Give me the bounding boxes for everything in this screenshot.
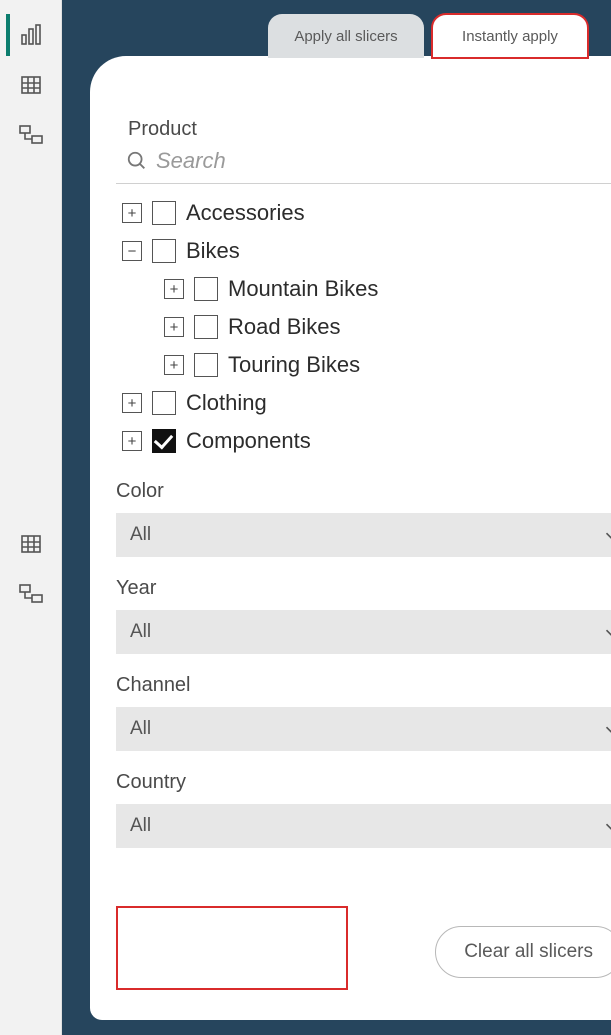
tree-row-road-bikes[interactable]: + Road Bikes — [122, 308, 611, 346]
expand-icon[interactable]: + — [164, 317, 184, 337]
slicer-color: Color All — [116, 474, 611, 557]
dropdown-value: All — [130, 621, 151, 643]
clear-all-label: Clear all slicers — [464, 941, 593, 963]
slicer-country: Country All — [116, 765, 611, 848]
tab-apply-all-label: Apply all slicers — [294, 28, 397, 45]
report-canvas: Apply all slicers Instantly apply Produc… — [62, 0, 611, 1035]
checkbox[interactable] — [152, 239, 176, 263]
tab-instantly-apply[interactable]: Instantly apply — [432, 14, 588, 58]
dropdown-value: All — [130, 524, 151, 546]
country-dropdown[interactable]: All — [116, 804, 611, 848]
chevron-down-icon — [602, 623, 611, 641]
tree-row-touring-bikes[interactable]: + Touring Bikes — [122, 346, 611, 384]
expand-icon[interactable]: + — [122, 431, 142, 451]
dropdown-value: All — [130, 718, 151, 740]
slicer-year-title: Year — [116, 577, 156, 600]
year-dropdown[interactable]: All — [116, 610, 611, 654]
expand-icon[interactable]: + — [122, 393, 142, 413]
nav-report-icon[interactable] — [6, 14, 52, 56]
tree-row-mountain-bikes[interactable]: + Mountain Bikes — [122, 270, 611, 308]
checkbox[interactable] — [194, 277, 218, 301]
slicer-year: Year All — [116, 571, 611, 654]
tab-strip: Apply all slicers Instantly apply — [268, 14, 588, 58]
tree-label: Road Bikes — [228, 314, 341, 340]
nav-table-icon[interactable] — [8, 64, 54, 106]
expand-icon[interactable]: + — [122, 203, 142, 223]
nav-table2-icon[interactable] — [8, 523, 54, 565]
search-icon — [126, 150, 148, 172]
tree-label: Mountain Bikes — [228, 276, 378, 302]
slicer-country-title: Country — [116, 771, 186, 794]
nav-model2-icon[interactable] — [8, 573, 54, 615]
slicer-color-title: Color — [116, 480, 164, 503]
slicer-panel: Product + Accessories — [90, 56, 611, 1020]
tree-label: Bikes — [186, 238, 240, 264]
checkbox[interactable] — [194, 353, 218, 377]
chevron-down-icon — [602, 526, 611, 544]
collapse-icon[interactable]: − — [122, 241, 142, 261]
tab-apply-all[interactable]: Apply all slicers — [268, 14, 424, 58]
slicer-product-title: Product — [128, 118, 197, 141]
dropdown-value: All — [130, 815, 151, 837]
tree-row-accessories[interactable]: + Accessories — [122, 194, 611, 232]
chevron-down-icon — [602, 720, 611, 738]
checkbox[interactable] — [152, 201, 176, 225]
slicer-channel-title: Channel — [116, 674, 191, 697]
clear-all-slicers-button[interactable]: Clear all slicers — [435, 926, 611, 978]
tree-row-clothing[interactable]: + Clothing — [122, 384, 611, 422]
tree-row-bikes[interactable]: − Bikes — [122, 232, 611, 270]
tree-label: Accessories — [186, 200, 305, 226]
chevron-down-icon — [602, 817, 611, 835]
search-input[interactable] — [154, 147, 611, 175]
expand-icon[interactable]: + — [164, 279, 184, 299]
tree-label: Touring Bikes — [228, 352, 360, 378]
channel-dropdown[interactable]: All — [116, 707, 611, 751]
slicer-product: Product + Accessories — [116, 112, 611, 460]
nav-rail — [0, 0, 62, 1035]
tree-label: Clothing — [186, 390, 267, 416]
slicer-channel: Channel All — [116, 668, 611, 751]
color-dropdown[interactable]: All — [116, 513, 611, 557]
expand-icon[interactable]: + — [164, 355, 184, 375]
tab-instantly-apply-label: Instantly apply — [462, 28, 558, 45]
checkbox-checked[interactable] — [152, 429, 176, 453]
checkbox[interactable] — [152, 391, 176, 415]
tree-row-components[interactable]: + Components — [122, 422, 611, 460]
product-search[interactable] — [116, 145, 611, 184]
nav-model-icon[interactable] — [8, 114, 54, 156]
checkbox[interactable] — [194, 315, 218, 339]
tree-label: Components — [186, 428, 311, 454]
annotation-box — [116, 906, 348, 990]
product-tree: + Accessories − Bikes + Mountain Bikes — [116, 184, 611, 460]
